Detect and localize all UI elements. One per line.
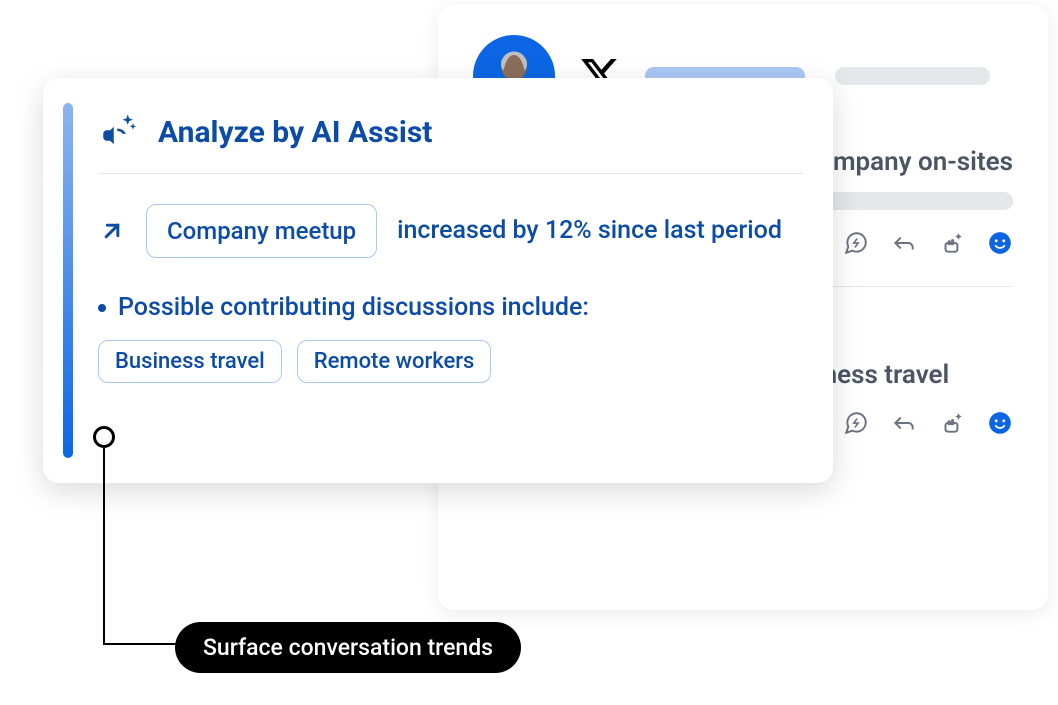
- topic-chip-remote-workers[interactable]: Remote workers: [297, 340, 492, 383]
- bolt-comment-icon[interactable]: [843, 230, 869, 256]
- ai-title: Analyze by AI Assist: [158, 115, 432, 150]
- reply-icon[interactable]: [891, 230, 917, 256]
- callout-line-horizontal: [103, 643, 183, 645]
- reply-icon[interactable]: [891, 410, 917, 436]
- post-text-fragment: mpany on-sites: [833, 147, 1013, 177]
- accent-bar: [63, 103, 73, 458]
- topic-chip-business-travel[interactable]: Business travel: [98, 340, 282, 383]
- callout-label: Surface conversation trends: [175, 622, 521, 673]
- trend-up-icon: [98, 217, 126, 245]
- ai-header: Analyze by AI Assist: [98, 111, 803, 174]
- callout-line-vertical: [103, 448, 105, 644]
- smile-icon[interactable]: [987, 410, 1013, 436]
- contributing-chips: Business travel Remote workers: [98, 340, 803, 383]
- contributing-section: Possible contributing discussions includ…: [98, 293, 803, 383]
- ai-assist-card: Analyze by AI Assist Company meetup incr…: [43, 78, 833, 483]
- contributing-label: Possible contributing discussions includ…: [98, 293, 803, 322]
- smile-icon[interactable]: [987, 230, 1013, 256]
- ai-content: Analyze by AI Assist Company meetup incr…: [98, 103, 803, 458]
- sparkle-hand-icon[interactable]: [939, 410, 965, 436]
- bullet-icon: [98, 304, 106, 312]
- bolt-comment-icon[interactable]: [843, 410, 869, 436]
- ai-assist-icon: [98, 111, 140, 153]
- trend-description: increased by 12% since last period: [397, 212, 782, 250]
- topic-chip-main[interactable]: Company meetup: [146, 204, 377, 258]
- callout-indicator-dot: [93, 426, 115, 448]
- timestamp-placeholder: [835, 67, 990, 85]
- sparkle-hand-icon[interactable]: [939, 230, 965, 256]
- trend-row: Company meetup increased by 12% since la…: [98, 204, 803, 258]
